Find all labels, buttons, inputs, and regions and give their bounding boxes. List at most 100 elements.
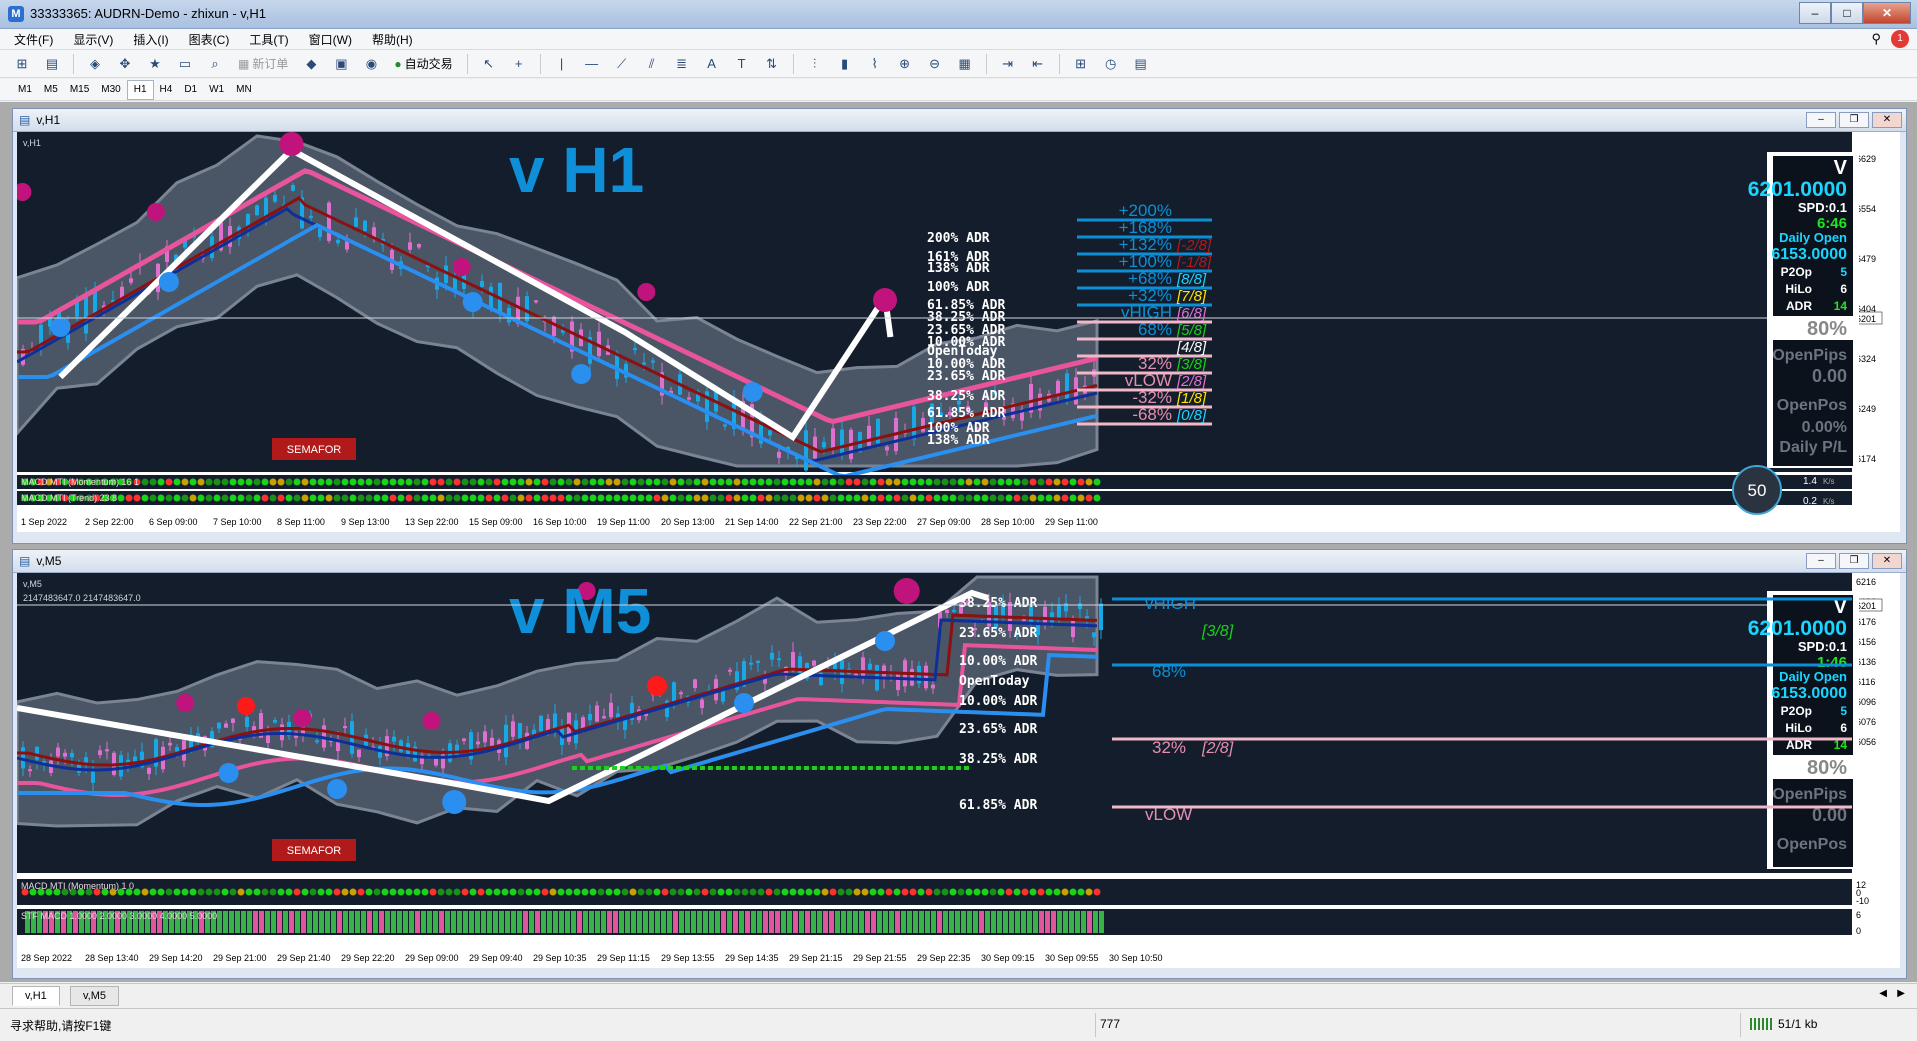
tf-mn[interactable]: MN [230,81,258,99]
candle [867,425,871,446]
momentum-dot [893,494,901,502]
menu-insert[interactable]: 插入(I) [123,31,178,48]
info-hilo: 6 [1840,721,1847,735]
tab-v-m5[interactable]: v,M5 [70,986,120,1006]
line-chart-icon[interactable]: ⌇ [863,52,887,76]
chart-close-button[interactable]: ✕ [1872,112,1902,128]
autoscroll-icon[interactable]: ⇥ [996,52,1020,76]
market-icon[interactable]: ▣ [329,52,353,76]
candle [1085,616,1089,619]
bar-chart-icon[interactable]: ⫶ [803,52,827,76]
tab-scroll-left-icon[interactable]: ◀ [1879,988,1887,999]
chart-minimize-button[interactable]: – [1806,112,1836,128]
market-watch-icon[interactable]: ◈ [83,52,107,76]
price-chart-h1[interactable]: v H1v,H1SEMAFOR200% ADR161% ADR138% ADR1… [17,132,1900,532]
close-button[interactable]: ✕ [1863,2,1911,24]
maximize-button[interactable]: □ [1831,2,1863,24]
chart-shift-icon[interactable]: ⇤ [1026,52,1050,76]
tf-h4[interactable]: H4 [154,81,179,99]
periods-icon[interactable]: ◷ [1099,52,1123,76]
chart-window-titlebar[interactable]: ▤ v,H1 – ❐ ✕ [13,109,1906,132]
candle [642,362,646,365]
notification-badge[interactable]: 1 [1891,30,1909,48]
histogram-bar [1069,911,1074,933]
cursor-icon[interactable]: ↖ [477,52,501,76]
tile-windows-icon[interactable]: ▦ [953,52,977,76]
text-label-icon[interactable]: T [730,52,754,76]
adr-level-label: 10.00% ADR [959,694,1037,709]
tf-d1[interactable]: D1 [178,81,203,99]
fraction-level-label: [8/8] [1176,271,1207,288]
tf-m5[interactable]: M5 [38,81,64,99]
chart-close-button[interactable]: ✕ [1872,553,1902,569]
histogram-bar [913,911,918,933]
minimize-button[interactable]: – [1799,2,1831,24]
price-chart-m5[interactable]: v M5 v,M5 2147483647.0 2147483647.0 SEMAFOR… [17,573,1900,968]
menu-file[interactable]: 文件(F) [0,31,63,48]
tf-m15[interactable]: M15 [64,81,95,99]
tab-scroll-right-icon[interactable]: ▶ [1897,988,1905,999]
momentum-dot [421,478,429,486]
momentum-dot [1029,494,1037,502]
menu-tools[interactable]: 工具(T) [239,31,298,48]
chart-area-h1[interactable]: v H1 v,H1 SEMAFOR 200% ADR 161% ADR 138% ADR 1… [17,132,1902,539]
horizontal-line-icon[interactable]: — [580,52,604,76]
vertical-line-icon[interactable]: | [550,52,574,76]
menu-window[interactable]: 窗口(W) [299,31,362,48]
chart-window-m5[interactable]: ▤ v,M5 – ❐ ✕ v M5 v,M5 2147483647.0 214748… [12,549,1907,979]
momentum-dot [757,494,765,502]
candle [224,723,228,728]
histogram-bar [385,911,390,933]
chart-restore-button[interactable]: ❐ [1839,553,1869,569]
navigator-icon[interactable]: ★ [143,52,167,76]
arrows-icon[interactable]: ⇅ [760,52,784,76]
signals-icon[interactable]: ◉ [359,52,383,76]
menu-help[interactable]: 帮助(H) [362,31,423,48]
channel-icon[interactable]: ⫽ [640,52,664,76]
candle [483,731,487,743]
auto-trade-button[interactable]: ● 自动交易 [389,52,457,76]
tester-icon[interactable]: ⌕ [203,52,227,76]
menu-charts[interactable]: 图表(C) [179,31,240,48]
zoom-out-icon[interactable]: ⊖ [923,52,947,76]
trendline-icon[interactable]: ⟋ [610,52,634,76]
new-chart-icon[interactable]: ⊞ [10,52,34,76]
chart-minimize-button[interactable]: – [1806,553,1836,569]
fibonacci-icon[interactable]: ≣ [670,52,694,76]
momentum-dot [189,888,197,896]
tab-v-h1[interactable]: v,H1 [12,986,60,1006]
templates-icon[interactable]: ▤ [1129,52,1153,76]
adr-level-label: 61.85% ADR [959,798,1037,813]
tf-h1[interactable]: H1 [126,79,154,100]
menu-view[interactable]: 显示(V) [63,31,123,48]
profiles-icon[interactable]: ▤ [40,52,64,76]
new-order-button[interactable]: ▦ 新订单 [233,52,293,76]
data-window-icon[interactable]: ✥ [113,52,137,76]
adr-level-label: 100% ADR [927,280,990,295]
histogram-bar [331,911,336,933]
indicators-icon[interactable]: ⊞ [1069,52,1093,76]
histogram-bar [835,911,840,933]
histogram-bar [799,911,804,933]
chart-window-h1[interactable]: ▤ v,H1 – ❐ ✕ v H1 v,H1 SEMAFOR 200% ADR 161%… [12,108,1907,544]
chart-restore-button[interactable]: ❐ [1839,112,1869,128]
terminal-icon[interactable]: ▭ [173,52,197,76]
candle [768,430,772,436]
text-icon[interactable]: A [700,52,724,76]
search-icon[interactable]: ⚲ [1871,31,1881,47]
candles-icon[interactable]: ▮ [833,52,857,76]
tf-m1[interactable]: M1 [12,81,38,99]
chart-window-titlebar[interactable]: ▤ v,M5 – ❐ ✕ [13,550,1906,573]
zoom-in-icon[interactable]: ⊕ [893,52,917,76]
tf-w1[interactable]: W1 [203,81,230,99]
histogram-bar [433,911,438,933]
candle [511,721,515,737]
tf-m30[interactable]: M30 [95,81,126,99]
crosshair-icon[interactable]: + [507,52,531,76]
chart-area-m5[interactable]: v M5 v,M5 2147483647.0 2147483647.0 SEMAFOR… [17,573,1902,974]
momentum-dot [725,888,733,896]
histogram-bar [481,911,486,933]
metaeditor-icon[interactable]: ◆ [299,52,323,76]
momentum-dot [1093,888,1101,896]
symbol-watermark: v H1 [509,134,644,206]
